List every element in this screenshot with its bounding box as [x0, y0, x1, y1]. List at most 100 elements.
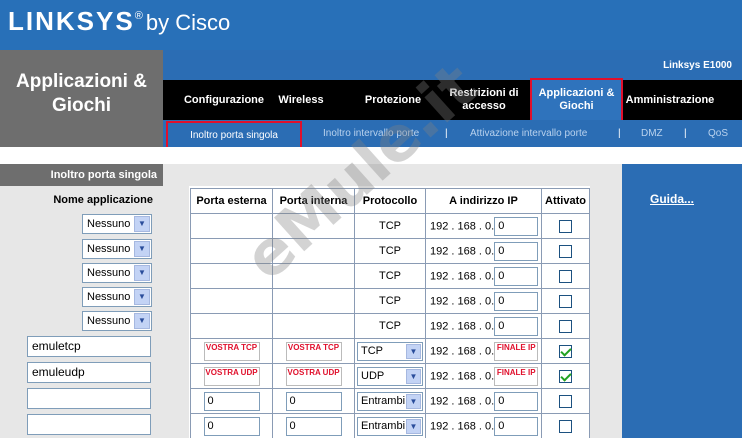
tab-wireless[interactable]: Wireless	[267, 80, 335, 120]
table-row: VOSTRA TCP VOSTRA TCP TCP ▼ 192 . 168 . 0…	[190, 338, 590, 364]
col-header-porta-interna: Porta interna	[272, 188, 355, 214]
table-row: TCP 192 . 168 . 0. 0	[190, 288, 590, 314]
int-port-input[interactable]: 0	[285, 416, 342, 436]
chevron-down-icon: ▼	[134, 216, 150, 232]
int-port-cell: 0	[272, 388, 355, 414]
protocol-select-value: TCP	[361, 344, 383, 357]
subtab-attivazione-intervallo-porte[interactable]: Attivazione intervallo porte	[470, 120, 587, 147]
enabled-checkbox[interactable]	[559, 369, 572, 383]
ip-last-octet-input[interactable]: 0	[494, 391, 539, 411]
ext-port-input[interactable]: VOSTRA TCP	[203, 341, 260, 361]
col-header-protocollo: Protocollo	[354, 188, 426, 214]
enabled-checkbox[interactable]	[559, 244, 572, 258]
ip-last-octet-input[interactable]: FINALE IP	[494, 341, 539, 361]
ip-cell: 192 . 168 . 0. FINALE IP	[425, 363, 542, 389]
ip-last-octet-input[interactable]: 0	[494, 266, 539, 286]
tab-amministrazione[interactable]: Amministrazione	[623, 80, 717, 120]
table-row: VOSTRA UDP VOSTRA UDP UDP ▼ 192 . 168 . 0…	[190, 363, 590, 389]
subtab-inoltro-porta-singola[interactable]: Inoltro porta singola	[166, 121, 302, 149]
protocol-cell: TCP ▼	[354, 338, 426, 364]
int-port-cell	[272, 238, 355, 264]
subtab-qos[interactable]: QoS	[708, 120, 728, 147]
ip-last-octet-input[interactable]: 0	[494, 316, 539, 336]
app-name-field-2[interactable]: emuleudp	[27, 362, 151, 383]
app-select-2[interactable]: Nessuno ▼	[82, 239, 152, 259]
ext-port-input[interactable]: 0	[203, 391, 260, 411]
ip-last-octet-input[interactable]: FINALE IP	[494, 366, 539, 386]
model-name: Linksys E1000	[663, 60, 732, 71]
chevron-down-icon: ▼	[134, 265, 150, 281]
app-select-5[interactable]: Nessuno ▼	[82, 311, 152, 331]
enabled-checkbox[interactable]	[559, 319, 572, 333]
ip-last-octet-input[interactable]: 0	[494, 291, 539, 311]
enabled-cell	[541, 413, 590, 438]
protocol-select[interactable]: UDP ▼	[357, 366, 423, 386]
page-title-line2: Giochi	[51, 95, 112, 116]
protocol-select[interactable]: Entrambi ▼	[357, 416, 423, 436]
app-select-1[interactable]: Nessuno ▼	[82, 214, 152, 234]
ext-port-input[interactable]: VOSTRA UDP	[203, 366, 260, 386]
app-select-4[interactable]: Nessuno ▼	[82, 287, 152, 307]
chevron-down-icon: ▼	[134, 241, 150, 257]
ext-port-input[interactable]: 0	[203, 416, 260, 436]
protocol-cell: TCP	[354, 213, 426, 239]
enabled-checkbox[interactable]	[559, 219, 572, 233]
int-port-cell	[272, 263, 355, 289]
sub-nav: Inoltro porta singola Inoltro intervallo…	[163, 120, 742, 149]
ext-port-cell: VOSTRA TCP	[190, 338, 273, 364]
ip-last-octet-input[interactable]: 0	[494, 416, 539, 436]
enabled-checkbox[interactable]	[559, 344, 572, 358]
chevron-down-icon: ▼	[134, 313, 150, 329]
subtab-dmz[interactable]: DMZ	[641, 120, 663, 147]
model-bar: Linksys E1000	[163, 50, 742, 80]
col-header-porta-esterna: Porta esterna	[190, 188, 273, 214]
protocol-cell: TCP	[354, 263, 426, 289]
enabled-checkbox[interactable]	[559, 294, 572, 308]
ip-prefix: 192 . 168 . 0.	[430, 344, 495, 357]
ip-cell: 192 . 168 . 0. 0	[425, 263, 542, 289]
table-row: 0 0 Entrambi ▼ 192 . 168 . 0. 0	[190, 413, 590, 438]
ip-cell: 192 . 168 . 0. 0	[425, 288, 542, 314]
int-port-cell	[272, 213, 355, 239]
ip-last-octet-input[interactable]: 0	[494, 241, 539, 261]
top-header: LINKSYS® by Cisco	[0, 0, 742, 50]
app-name-field-1[interactable]: emuletcp	[27, 336, 151, 357]
enabled-cell	[541, 238, 590, 264]
int-port-input[interactable]: VOSTRA TCP	[285, 341, 342, 361]
app-select-value: Nessuno	[87, 291, 131, 303]
enabled-cell	[541, 288, 590, 314]
app-name-field-3[interactable]	[27, 388, 151, 409]
ip-prefix: 192 . 168 . 0.	[430, 369, 495, 382]
ip-prefix: 192 . 168 . 0.	[430, 394, 495, 407]
protocol-select-value: UDP	[361, 369, 385, 382]
protocol-select-value: Entrambi	[361, 394, 406, 407]
protocol-select[interactable]: Entrambi ▼	[357, 391, 423, 411]
app-select-3[interactable]: Nessuno ▼	[82, 263, 152, 283]
ext-port-cell	[190, 238, 273, 264]
table-row: TCP 192 . 168 . 0. 0	[190, 238, 590, 264]
enabled-checkbox[interactable]	[559, 419, 572, 433]
enabled-cell	[541, 313, 590, 339]
tab-applicazioni-giochi[interactable]: Applicazioni & Giochi	[530, 78, 623, 122]
spacer-band	[0, 147, 742, 164]
protocol-cell: TCP	[354, 313, 426, 339]
app-name-field-4[interactable]	[27, 414, 151, 435]
tab-restrizioni[interactable]: Restrizioni di accesso	[439, 80, 529, 120]
int-port-input[interactable]: VOSTRA UDP	[285, 366, 342, 386]
ext-port-cell	[190, 288, 273, 314]
ip-prefix: 192 . 168 . 0.	[430, 419, 495, 432]
table-row: TCP 192 . 168 . 0. 0	[190, 263, 590, 289]
int-port-input[interactable]: 0	[285, 391, 342, 411]
tab-protezione[interactable]: Protezione	[357, 80, 429, 120]
help-link[interactable]: Guida...	[650, 192, 694, 206]
col-header-indirizzo-ip: A indirizzo IP	[425, 188, 542, 214]
enabled-checkbox[interactable]	[559, 269, 572, 283]
int-port-cell	[272, 288, 355, 314]
ip-cell: 192 . 168 . 0. 0	[425, 213, 542, 239]
ip-last-octet-input[interactable]: 0	[494, 216, 539, 236]
enabled-checkbox[interactable]	[559, 394, 572, 408]
subtab-inoltro-intervallo-porte[interactable]: Inoltro intervallo porte	[323, 120, 419, 147]
ip-cell: 192 . 168 . 0. 0	[425, 388, 542, 414]
help-panel: Guida...	[622, 164, 742, 438]
protocol-select[interactable]: TCP ▼	[357, 341, 423, 361]
